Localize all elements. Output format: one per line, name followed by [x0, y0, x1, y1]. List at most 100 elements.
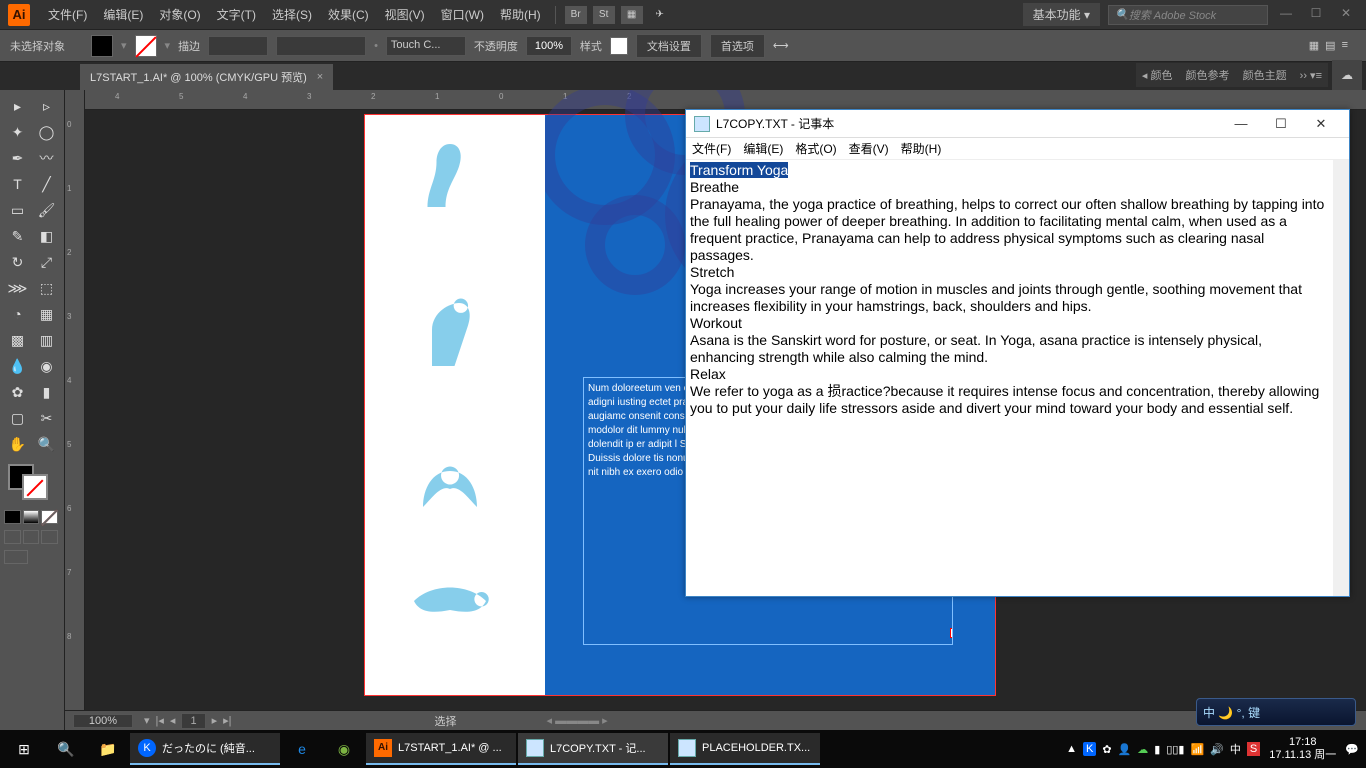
stroke-profile[interactable] [276, 36, 366, 56]
rotate-tool[interactable]: ↻ [4, 250, 31, 274]
np-menu-format[interactable]: 格式(O) [795, 140, 836, 157]
slice-tool[interactable]: ✂ [33, 406, 60, 430]
perspective-tool[interactable]: ▦ [33, 302, 60, 326]
menu-help[interactable]: 帮助(H) [492, 6, 549, 23]
gradient-tool[interactable]: ▥ [33, 328, 60, 352]
fill-stroke-picker[interactable] [4, 464, 60, 504]
zoom-tool[interactable]: 🔍 [33, 432, 60, 456]
tray-volume-icon[interactable]: 🔊 [1210, 743, 1224, 756]
close-tab-icon[interactable]: × [317, 71, 323, 83]
search-icon[interactable]: 🔍 [46, 733, 86, 765]
stock-icon[interactable]: St [593, 6, 615, 24]
symbol-sprayer-tool[interactable]: ✿ [4, 380, 31, 404]
np-menu-file[interactable]: 文件(F) [692, 140, 731, 157]
np-menu-help[interactable]: 帮助(H) [901, 140, 942, 157]
np-maximize-icon[interactable]: ☐ [1261, 116, 1301, 132]
system-tray[interactable]: ▲ K ✿ 👤 ☁ ▮ ▯▯▮ 📶 🔊 中 S 17:18 17.11.13 周… [1063, 736, 1362, 762]
fill-swatch[interactable] [91, 35, 113, 57]
clock[interactable]: 17:18 17.11.13 周一 [1269, 736, 1336, 762]
tray-wechat-icon[interactable]: ☁ [1137, 743, 1148, 756]
tray-wifi-icon[interactable]: 📶 [1190, 743, 1204, 756]
task-kugou[interactable]: K だったのに (純音... [130, 733, 280, 765]
panel-tab-color1[interactable]: ◂ 颜色 [1142, 70, 1173, 82]
menu-effect[interactable]: 效果(C) [320, 6, 377, 23]
stroke-swatch[interactable] [135, 35, 157, 57]
start-button[interactable]: ⊞ [4, 733, 44, 765]
menu-file[interactable]: 文件(F) [40, 6, 95, 23]
panel-tab-color3[interactable]: 颜色主题 [1243, 70, 1287, 82]
arrange-icon[interactable]: ▦ [621, 6, 643, 24]
align-icon[interactable]: ⟷ [773, 39, 789, 52]
color-mode-swatches[interactable] [4, 510, 60, 524]
task-notepad-1[interactable]: L7COPY.TXT - 记... [518, 733, 668, 765]
opacity-input[interactable]: 100% [526, 36, 572, 56]
tray-sogou-icon[interactable]: S [1247, 742, 1260, 756]
direct-selection-tool[interactable]: ▹ [33, 94, 60, 118]
scale-tool[interactable]: ⤢ [33, 250, 60, 274]
workspace-switcher[interactable]: 基本功能 ▾ [1023, 3, 1100, 26]
tray-person-icon[interactable]: 👤 [1118, 743, 1132, 756]
menu-view[interactable]: 视图(V) [377, 6, 433, 23]
edge-icon[interactable]: e [282, 733, 322, 765]
stroke-color[interactable] [22, 474, 48, 500]
stroke-weight[interactable] [208, 36, 268, 56]
drawing-mode-swatches[interactable] [4, 530, 60, 544]
magic-wand-tool[interactable]: ✦ [4, 120, 31, 144]
explorer-icon[interactable]: 📁 [88, 733, 128, 765]
bridge-icon[interactable]: Br [565, 6, 587, 24]
hand-tool[interactable]: ✋ [4, 432, 31, 456]
menu-type[interactable]: 文字(T) [209, 6, 264, 23]
panel-tab-color2[interactable]: 颜色参考 [1186, 70, 1230, 82]
search-stock[interactable]: 🔍 搜索 Adobe Stock [1108, 5, 1268, 25]
browser-icon[interactable]: ◉ [324, 733, 364, 765]
doc-tab[interactable]: L7START_1.AI* @ 100% (CMYK/GPU 预览)× [80, 64, 333, 90]
mesh-tool[interactable]: ▩ [4, 328, 31, 352]
tray-ime-icon[interactable]: 中 [1230, 741, 1241, 757]
line-tool[interactable]: ╱ [33, 172, 60, 196]
tray-app-icon[interactable]: K [1083, 742, 1096, 756]
menu-select[interactable]: 选择(S) [264, 6, 320, 23]
column-graph-tool[interactable]: ▮ [33, 380, 60, 404]
grid-icon[interactable]: ▦ [1309, 39, 1319, 52]
menu-edit[interactable]: 编辑(E) [95, 6, 151, 23]
window-close-icon[interactable]: ✕ [1334, 6, 1358, 24]
menu-window[interactable]: 窗口(W) [433, 6, 492, 23]
tray-signal-icon[interactable]: ▮ [1154, 743, 1160, 756]
action-center-icon[interactable]: 💬 [1345, 743, 1359, 756]
library-icon[interactable]: ☁ [1332, 60, 1362, 90]
doc-setup-button[interactable]: 文档设置 [636, 34, 702, 58]
ime-toolbar[interactable]: 中 🌙 °, 键 [1196, 698, 1356, 726]
task-notepad-2[interactable]: PLACEHOLDER.TX... [670, 733, 820, 765]
rectangle-tool[interactable]: ▭ [4, 198, 31, 222]
np-menu-view[interactable]: 查看(V) [849, 140, 889, 157]
prefs-button[interactable]: 首选项 [710, 34, 765, 58]
np-close-icon[interactable]: ✕ [1301, 116, 1341, 132]
screen-mode[interactable] [4, 550, 60, 564]
task-illustrator[interactable]: Ai L7START_1.AI* @ ... [366, 733, 516, 765]
notepad-window[interactable]: L7COPY.TXT - 记事本 — ☐ ✕ 文件(F) 编辑(E) 格式(O)… [685, 109, 1350, 597]
window-minimize-icon[interactable]: — [1274, 6, 1298, 24]
pen-tool[interactable]: ✒ [4, 146, 31, 170]
eraser-tool[interactable]: ◧ [33, 224, 60, 248]
brush-def[interactable]: Touch C... [386, 36, 466, 56]
np-menu-edit[interactable]: 编辑(E) [743, 140, 783, 157]
notepad-textarea[interactable]: Transform Yoga Breathe Pranayama, the yo… [686, 160, 1333, 596]
tray-icon[interactable]: ▲ [1066, 743, 1077, 755]
type-tool[interactable]: T [4, 172, 31, 196]
panel-menu-icon[interactable]: ≡ [1342, 39, 1348, 52]
menu-object[interactable]: 对象(O) [151, 6, 208, 23]
selection-tool[interactable]: ▸ [4, 94, 31, 118]
free-transform-tool[interactable]: ⬚ [33, 276, 60, 300]
tray-flower-icon[interactable]: ✿ [1102, 743, 1111, 756]
gpu-icon[interactable]: ✈ [649, 6, 671, 24]
np-minimize-icon[interactable]: — [1221, 116, 1261, 132]
shape-builder-tool[interactable]: ◔ [4, 302, 31, 326]
artboard-nav[interactable]: ▾|◂◂ 1 ▸▸| [141, 713, 235, 729]
width-tool[interactable]: ⋙ [4, 276, 31, 300]
lasso-tool[interactable]: ◯ [33, 120, 60, 144]
overflow-indicator-icon[interactable]: + [950, 628, 953, 638]
curvature-tool[interactable]: 〰 [33, 146, 60, 170]
eyedropper-tool[interactable]: 💧 [4, 354, 31, 378]
snap-icon[interactable]: ▤ [1325, 39, 1335, 52]
tray-network-icon[interactable]: ▯▯▮ [1166, 743, 1184, 756]
